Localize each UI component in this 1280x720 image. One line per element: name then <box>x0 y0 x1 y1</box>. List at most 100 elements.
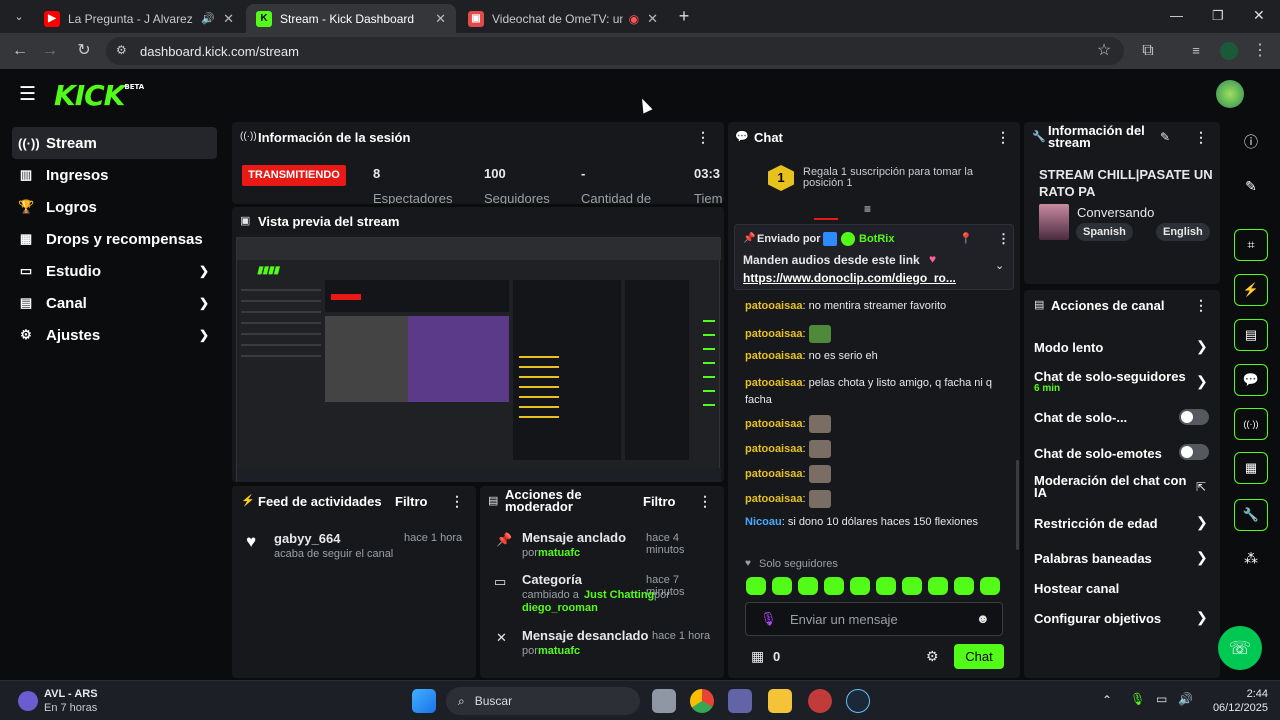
extensions-icon[interactable]: ⧉ <box>1138 41 1158 61</box>
pinned-menu-icon[interactable]: ⋮ <box>997 231 1010 247</box>
emote-icon[interactable] <box>746 577 766 595</box>
scan-icon[interactable]: ⌗ <box>1234 229 1268 261</box>
panel-menu-icon[interactable]: ⋮ <box>1194 297 1208 314</box>
document-icon[interactable]: ▤ <box>1234 319 1268 351</box>
teams-icon[interactable] <box>728 689 752 713</box>
edit-pencil-icon[interactable]: ✎ <box>1160 130 1170 144</box>
sidebar-item-ingresos[interactable]: ▥ Ingresos <box>12 159 217 191</box>
feed-filter-button[interactable]: Filtro <box>395 494 428 509</box>
sidebar-item-stream[interactable]: ((·)) Stream <box>12 127 217 159</box>
support-chat-button[interactable]: ☏ <box>1218 626 1262 670</box>
browser-menu-icon[interactable]: ⋮ <box>1250 41 1270 61</box>
panel-menu-icon[interactable]: ⋮ <box>1194 129 1208 146</box>
chevron-right-icon[interactable]: ❯ <box>1196 338 1208 355</box>
emote-icon[interactable] <box>980 577 1000 595</box>
emote-icon[interactable] <box>798 577 818 595</box>
collapse-icon[interactable]: ≡ <box>864 202 871 216</box>
close-tab-icon[interactable]: ✕ <box>435 11 446 27</box>
pinned-link[interactable]: https://www.donoclip.com/diego_ro... <box>743 271 956 285</box>
action-configure-goals[interactable]: Configurar objetivos <box>1034 611 1161 626</box>
chat-bubble-icon[interactable]: 💬 <box>1234 364 1268 396</box>
send-chat-button[interactable]: Chat <box>954 644 1004 669</box>
lightning-icon[interactable]: ⚡ <box>1234 274 1268 306</box>
panel-menu-icon[interactable]: ⋮ <box>698 493 712 510</box>
chat-settings-icon[interactable]: ⚙ <box>926 648 939 665</box>
tag-badge[interactable]: Spanish <box>1076 223 1133 241</box>
panel-menu-icon[interactable]: ⋮ <box>696 129 710 146</box>
chrome-icon[interactable] <box>690 689 714 713</box>
weather-icon[interactable] <box>18 691 38 711</box>
microphone-icon[interactable]: 🎙 <box>760 611 777 627</box>
chevron-right-icon[interactable]: ❯ <box>1196 514 1208 531</box>
layout-icon[interactable]: ▦ <box>1234 452 1268 484</box>
back-icon[interactable]: ← <box>10 41 30 61</box>
nodes-icon[interactable]: ⁂ <box>1234 542 1268 574</box>
edit-pencil-icon[interactable]: ✎ <box>1234 170 1268 202</box>
info-icon[interactable]: ⓘ <box>1234 126 1268 158</box>
close-tab-icon[interactable]: ✕ <box>223 11 234 27</box>
chevron-down-icon[interactable]: ⌄ <box>995 259 1004 272</box>
gift-sub-prompt[interactable]: Regala 1 suscripción para tomar la posic… <box>803 167 1003 189</box>
clock-time[interactable]: 2:44 <box>1214 688 1268 700</box>
hamburger-menu-icon[interactable]: ☰ <box>19 83 36 106</box>
emote-icon[interactable] <box>824 577 844 595</box>
tag-badge[interactable]: English <box>1156 223 1210 241</box>
emote-icon[interactable] <box>902 577 922 595</box>
action-ai-moderation[interactable]: Moderación del chat con IA <box>1034 474 1194 499</box>
broadcast-icon[interactable]: ((·)) <box>1234 408 1268 440</box>
emoji-picker-icon[interactable]: ☻ <box>976 611 990 626</box>
pin-toggle-icon[interactable]: 📍 <box>959 232 973 245</box>
close-window-button[interactable]: ✕ <box>1253 7 1265 24</box>
media-control-icon[interactable]: ≡ <box>1186 41 1206 61</box>
emote-icon[interactable] <box>772 577 792 595</box>
browser-tab-youtube[interactable]: ▶ La Pregunta - J Alvarez [Let 🔊 ✕ <box>34 4 244 33</box>
profile-avatar[interactable] <box>1220 42 1238 60</box>
kick-logo[interactable]: KICKBETA <box>54 79 144 112</box>
minimize-button[interactable]: — <box>1170 8 1183 23</box>
chat-message-input[interactable]: 🎙 Enviar un mensaje ☻ <box>745 602 1003 636</box>
site-info-icon[interactable]: ⚙ <box>116 43 127 57</box>
network-icon[interactable]: ▭ <box>1156 692 1167 706</box>
windows-start-icon[interactable] <box>412 689 436 713</box>
maximize-button[interactable]: ❐ <box>1212 8 1224 24</box>
external-link-icon[interactable]: ⇱ <box>1196 480 1206 494</box>
chevron-right-icon[interactable]: ❯ <box>1196 609 1208 626</box>
channel-points-icon[interactable]: ▦ <box>751 648 764 665</box>
wrench-icon[interactable]: 🔧 <box>1234 499 1268 531</box>
close-tab-icon[interactable]: ✕ <box>647 11 658 27</box>
bookmark-star-icon[interactable]: ☆ <box>1094 41 1114 61</box>
reload-icon[interactable]: ↻ <box>74 41 94 61</box>
chevron-right-icon[interactable]: ❯ <box>1196 549 1208 566</box>
sidebar-item-logros[interactable]: 🏆 Logros <box>12 191 217 223</box>
browser-tab-ometv[interactable]: ▣ Videochat de OmeTV: una a ◉ ✕ <box>458 4 668 33</box>
action-host-channel[interactable]: Hostear canal <box>1034 581 1119 596</box>
sidebar-item-estudio[interactable]: ▭ Estudio ❯ <box>12 255 217 287</box>
task-view-icon[interactable] <box>652 689 676 713</box>
emote-icon[interactable] <box>876 577 896 595</box>
forward-icon[interactable]: → <box>40 41 60 61</box>
chevron-right-icon[interactable]: ❯ <box>1196 373 1208 390</box>
action-followers-only[interactable]: Chat de solo-seguidores <box>1034 369 1186 384</box>
emote-icon[interactable] <box>928 577 948 595</box>
steam-icon[interactable] <box>846 689 870 713</box>
emote-icon[interactable] <box>850 577 870 595</box>
chevron-up-icon[interactable]: ⌃ <box>1102 693 1112 707</box>
action-slow-mode[interactable]: Modo lento <box>1034 340 1103 355</box>
game-app-icon[interactable] <box>808 689 832 713</box>
panel-menu-icon[interactable]: ⋮ <box>996 129 1010 146</box>
emotes-only-toggle[interactable] <box>1179 444 1209 460</box>
stream-category[interactable]: Conversando <box>1077 205 1154 220</box>
mod-filter-button[interactable]: Filtro <box>643 494 676 509</box>
sidebar-item-canal[interactable]: ▤ Canal ❯ <box>12 287 217 319</box>
action-age-restriction[interactable]: Restricción de edad <box>1034 516 1158 531</box>
address-bar[interactable]: ⚙ dashboard.kick.com/stream <box>106 37 1124 65</box>
tab-search-dropdown[interactable]: ⌄ <box>8 6 30 28</box>
user-avatar[interactable] <box>1216 80 1244 108</box>
subs-only-toggle[interactable] <box>1179 409 1209 425</box>
file-explorer-icon[interactable] <box>768 689 792 713</box>
chat-scrollbar[interactable] <box>1016 460 1019 550</box>
volume-icon[interactable]: 🔊 <box>1178 692 1193 706</box>
browser-tab-kick[interactable]: K Stream - Kick Dashboard ✕ <box>246 4 456 33</box>
action-banned-words[interactable]: Palabras baneadas <box>1034 551 1152 566</box>
panel-menu-icon[interactable]: ⋮ <box>450 493 464 510</box>
